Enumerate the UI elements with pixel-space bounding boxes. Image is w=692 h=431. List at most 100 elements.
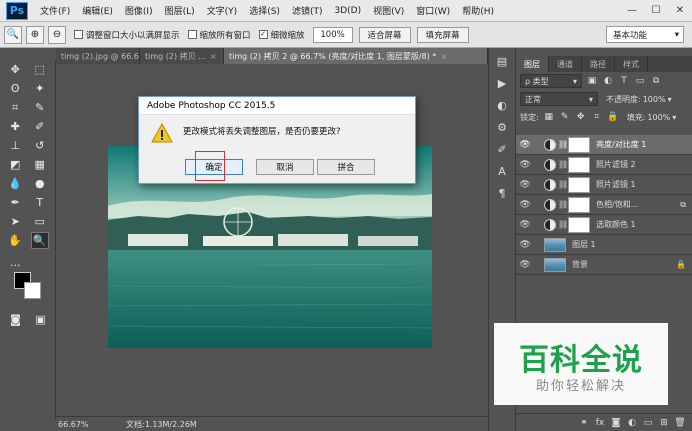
layer-mask-thumbnail[interactable] xyxy=(568,136,590,153)
healing-brush-icon[interactable]: ✚ xyxy=(6,118,24,135)
zoom-all-windows-checkbox[interactable]: 缩放所有窗口 xyxy=(187,29,251,41)
lock-position-icon[interactable]: ✥ xyxy=(575,111,587,123)
hand-tool-icon[interactable]: ✋ xyxy=(6,232,24,249)
mask-link-icon[interactable]: ⛓ xyxy=(558,160,568,169)
layer-mask-thumbnail[interactable] xyxy=(568,156,590,173)
menu-select[interactable]: 选择(S) xyxy=(243,4,286,17)
actions-play-icon[interactable]: ▶ xyxy=(492,74,512,92)
layer-name[interactable]: 亮度/对比度 1 xyxy=(596,139,646,150)
lock-all-icon[interactable]: 🔒 xyxy=(607,111,619,123)
pen-tool-icon[interactable]: ✒ xyxy=(6,194,24,211)
menu-filter[interactable]: 滤镜(T) xyxy=(286,4,329,17)
layer-thumbnail[interactable] xyxy=(544,257,566,272)
layer-row[interactable]: 👁 图层 1 xyxy=(516,235,692,255)
tab-document-2[interactable]: timg (2) 拷贝 ... × xyxy=(140,48,224,64)
visibility-eye-icon[interactable]: 👁 xyxy=(516,260,534,270)
zoom-out-icon[interactable]: ⊖ xyxy=(48,25,66,44)
layer-row[interactable]: 👁 ⛓ 选取颜色 1 xyxy=(516,215,692,235)
flatten-button[interactable]: 拼合 xyxy=(317,159,375,175)
layer-name[interactable]: 色相/饱和... xyxy=(596,199,638,210)
menu-image[interactable]: 图像(I) xyxy=(119,4,159,17)
visibility-eye-icon[interactable]: 👁 xyxy=(516,140,534,150)
clone-stamp-icon[interactable]: ⊥ xyxy=(6,137,24,154)
brushes-icon[interactable]: ✐ xyxy=(492,140,512,158)
layer-mask-thumbnail[interactable] xyxy=(568,176,590,193)
lock-paint-icon[interactable]: ✎ xyxy=(559,111,571,123)
move-tool-icon[interactable]: ✥ xyxy=(6,61,24,78)
layer-row[interactable]: 👁 ⛓ 照片滤镜 1 xyxy=(516,175,692,195)
new-layer-icon[interactable]: ⊞ xyxy=(656,418,672,428)
tab-styles[interactable]: 样式 xyxy=(615,56,648,72)
layer-name[interactable]: 背景 xyxy=(572,259,588,270)
layer-style-icon[interactable]: fx xyxy=(592,418,608,428)
menu-type[interactable]: 文字(Y) xyxy=(201,4,244,17)
type-filter-icon[interactable]: T xyxy=(618,75,630,87)
lasso-tool-icon[interactable]: ʘ xyxy=(6,80,24,97)
workspace-select[interactable]: 基本功能 ▾ xyxy=(606,26,684,43)
visibility-eye-icon[interactable]: 👁 xyxy=(516,240,534,250)
dodge-tool-icon[interactable]: ● xyxy=(31,175,49,192)
history-brush-icon[interactable]: ↺ xyxy=(31,137,49,154)
screen-mode-icon[interactable]: ▣ xyxy=(32,311,50,328)
adjustment-filter-icon[interactable]: ◐ xyxy=(602,75,614,87)
shape-filter-icon[interactable]: ▭ xyxy=(634,75,646,87)
lock-artboard-icon[interactable]: ⌗ xyxy=(591,111,603,123)
tab-channels[interactable]: 通道 xyxy=(549,56,582,72)
mask-link-icon[interactable]: ⛓ xyxy=(558,220,568,229)
gradient-tool-icon[interactable]: ▦ xyxy=(31,156,49,173)
type-tool-icon[interactable]: T xyxy=(31,194,49,211)
layer-row[interactable]: 👁 ⛓ 照片滤镜 2 xyxy=(516,155,692,175)
zoom-tool-preset-icon[interactable]: 🔍 xyxy=(4,25,22,44)
visibility-eye-icon[interactable]: 👁 xyxy=(516,220,534,230)
zoom-tool-icon[interactable]: 🔍 xyxy=(30,232,49,249)
magic-wand-icon[interactable]: ✦ xyxy=(31,80,49,97)
layer-row[interactable]: 👁 ⛓ 亮度/对比度 1 xyxy=(516,135,692,155)
tab-document-1[interactable]: timg (2).jpg @ 66.6... × xyxy=(56,48,140,64)
tab-paths[interactable]: 路径 xyxy=(582,56,615,72)
visibility-eye-icon[interactable]: 👁 xyxy=(516,160,534,170)
layer-name[interactable]: 照片滤镜 2 xyxy=(596,159,636,170)
menu-view[interactable]: 视图(V) xyxy=(367,4,410,17)
visibility-eye-icon[interactable]: 👁 xyxy=(516,200,534,210)
zoom-value-field[interactable]: 100% xyxy=(312,26,353,43)
filter-kind-select[interactable]: ρ 类型 ▾ xyxy=(520,74,582,88)
layer-row[interactable]: 👁 背景 🔒 xyxy=(516,255,692,275)
menu-3d[interactable]: 3D(D) xyxy=(328,6,367,16)
layer-thumbnail[interactable] xyxy=(544,237,566,252)
eraser-tool-icon[interactable]: ◩ xyxy=(6,156,24,173)
chevron-down-icon[interactable]: ▾ xyxy=(672,113,676,122)
close-icon[interactable]: × xyxy=(210,52,217,61)
pixel-filter-icon[interactable]: ▣ xyxy=(586,75,598,87)
layer-row[interactable]: 👁 ⛓ 色相/饱和... ⧉ xyxy=(516,195,692,215)
fit-screen-button[interactable]: 适合屏幕 xyxy=(358,26,411,43)
new-group-icon[interactable]: ▭ xyxy=(640,418,656,428)
fill-screen-button[interactable]: 填充屏幕 xyxy=(416,26,469,43)
fill-value[interactable]: 100% xyxy=(647,113,670,122)
character-icon[interactable]: A xyxy=(492,162,512,180)
maximize-button[interactable]: ☐ xyxy=(644,0,668,22)
properties-icon[interactable]: ⚙ xyxy=(492,118,512,136)
mask-link-icon[interactable]: ⛓ xyxy=(558,200,568,209)
blur-tool-icon[interactable]: 💧 xyxy=(6,175,24,192)
mask-link-icon[interactable]: ⛓ xyxy=(558,180,568,189)
adjustments-icon[interactable]: ◐ xyxy=(492,96,512,114)
path-select-icon[interactable]: ➤ xyxy=(6,213,24,230)
tab-layers[interactable]: 图层 xyxy=(516,56,549,72)
minimize-button[interactable]: — xyxy=(620,0,644,22)
blend-mode-select[interactable]: 正常 ▾ xyxy=(520,92,598,106)
menu-edit[interactable]: 编辑(E) xyxy=(76,4,119,17)
visibility-eye-icon[interactable]: 👁 xyxy=(516,180,534,190)
layer-name[interactable]: 图层 1 xyxy=(572,239,596,250)
marquee-tool-icon[interactable]: ⬚ xyxy=(31,61,49,78)
scrubby-zoom-checkbox[interactable]: ✓ 细微缩放 xyxy=(258,29,305,41)
smart-filter-icon[interactable]: ⧉ xyxy=(650,75,662,87)
quick-mask-icon[interactable]: ◙ xyxy=(7,311,25,328)
crop-tool-icon[interactable]: ⌗ xyxy=(6,99,24,116)
menu-layer[interactable]: 图层(L) xyxy=(159,4,201,17)
tab-document-3[interactable]: timg (2) 拷贝 2 @ 66.7% (亮度/对比度 1, 图层蒙版/8)… xyxy=(224,48,488,64)
link-layers-icon[interactable]: ⚭ xyxy=(576,418,592,428)
lock-pixels-icon[interactable]: ▦ xyxy=(543,111,555,123)
brush-tool-icon[interactable]: ✐ xyxy=(31,118,49,135)
new-adjustment-icon[interactable]: ◐ xyxy=(624,418,640,428)
close-button[interactable]: ✕ xyxy=(668,0,692,22)
